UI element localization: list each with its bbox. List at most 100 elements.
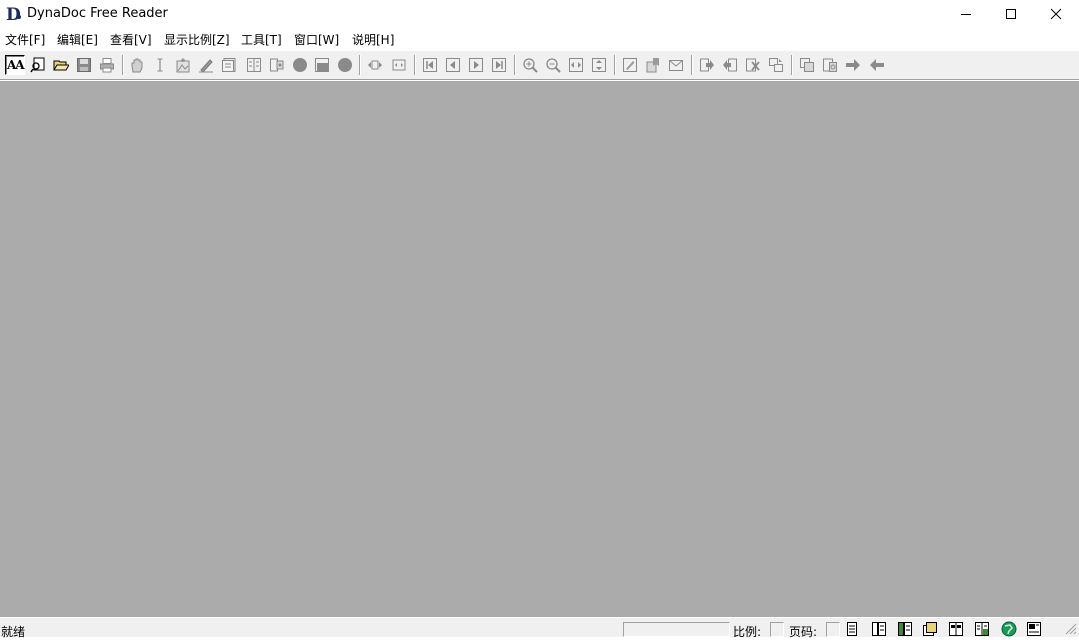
copy-page-icon [800, 58, 814, 72]
fit-page-icon [392, 59, 406, 71]
circle-fill-button[interactable] [335, 55, 355, 75]
copy-page-button[interactable] [797, 55, 817, 75]
window-title: DynaDoc Free Reader [27, 6, 168, 21]
snapshot-button[interactable] [173, 55, 193, 75]
menu-edit[interactable]: 编辑[E] [57, 31, 98, 48]
bookmark-icon [646, 58, 659, 73]
bookmark-button[interactable] [643, 55, 663, 75]
delete-button[interactable] [743, 55, 763, 75]
stamp-button[interactable] [312, 55, 332, 75]
document-workspace[interactable] [0, 81, 1079, 617]
next-page-button[interactable] [466, 55, 486, 75]
toolbar-separator [791, 55, 793, 75]
print-icon [100, 58, 114, 73]
zoom-in-button[interactable] [520, 55, 540, 75]
toolbar: AA [0, 50, 1079, 80]
document-info-icon [975, 622, 989, 636]
fit-horizontal-icon [569, 58, 583, 72]
cover-page-icon [923, 622, 937, 636]
envelope-icon [669, 60, 683, 71]
text-select-tool-button[interactable]: AA [5, 55, 25, 75]
zoom-out-button[interactable] [543, 55, 563, 75]
replace-button[interactable] [766, 55, 786, 75]
export-button[interactable] [697, 55, 717, 75]
menu-help[interactable]: 说明[H] [352, 31, 394, 48]
facing-pages-icon [898, 622, 912, 636]
paste-page-button[interactable] [820, 55, 840, 75]
status-pane [623, 622, 730, 637]
menu-view[interactable]: 查看[V] [110, 31, 152, 48]
document-info-button[interactable] [974, 621, 990, 637]
close-button[interactable] [1033, 0, 1079, 28]
menu-tools[interactable]: 工具[T] [241, 31, 282, 48]
pen-button[interactable] [196, 55, 216, 75]
hand-tool-button[interactable] [127, 55, 147, 75]
stamp-icon [315, 58, 329, 72]
cover-page-view-button[interactable] [922, 621, 938, 637]
link-icon [270, 58, 284, 72]
envelope-button[interactable] [666, 55, 686, 75]
text-select-tool-icon: AA [7, 58, 25, 72]
globe-icon [1001, 621, 1017, 637]
import-icon [723, 58, 737, 72]
fit-vertical-button[interactable] [589, 55, 609, 75]
open-file-icon [53, 60, 69, 71]
page-value-pane [826, 622, 840, 637]
resize-grip-icon[interactable] [1063, 619, 1077, 635]
facing-pages-view-button[interactable] [897, 621, 913, 637]
menu-bar: 文件[F] 编辑[E] 查看[V] 显示比例[Z] 工具[T] 窗口[W] 说明… [0, 29, 1079, 49]
find-text-icon [30, 57, 45, 73]
fit-horizontal-button[interactable] [566, 55, 586, 75]
save-button[interactable] [74, 55, 94, 75]
menu-window[interactable]: 窗口[W] [294, 31, 339, 48]
print-button[interactable] [97, 55, 117, 75]
book-view-button[interactable] [948, 621, 964, 637]
link-button[interactable] [267, 55, 287, 75]
menu-zoom[interactable]: 显示比例[Z] [164, 31, 230, 48]
previous-page-icon [446, 58, 460, 72]
pen-icon [199, 59, 213, 73]
last-page-icon [492, 58, 506, 72]
forward-arrow-button[interactable] [843, 55, 863, 75]
doc-edit-button[interactable] [620, 55, 640, 75]
print-preview-button[interactable] [1026, 621, 1042, 637]
toolbar-separator [614, 55, 616, 75]
first-page-button[interactable] [420, 55, 440, 75]
continuous-page-icon [872, 622, 886, 636]
back-arrow-button[interactable] [867, 55, 887, 75]
menu-file[interactable]: 文件[F] [5, 31, 45, 48]
next-page-icon [469, 58, 483, 72]
close-icon [1050, 8, 1062, 20]
notes-button[interactable] [219, 55, 239, 75]
maximize-button[interactable] [988, 0, 1034, 28]
open-file-button[interactable] [51, 55, 71, 75]
columns-button[interactable] [244, 55, 264, 75]
book-view-icon [949, 622, 963, 636]
continuous-page-view-button[interactable] [871, 621, 887, 637]
app-logo-icon: D [5, 5, 23, 25]
circle-icon [293, 58, 307, 72]
import-button[interactable] [720, 55, 740, 75]
text-cursor-button[interactable] [150, 55, 170, 75]
fit-page-button[interactable] [389, 55, 409, 75]
status-bar: 就绪 比例: 页码: [0, 617, 1079, 639]
first-page-icon [423, 58, 437, 72]
snapshot-icon [176, 58, 190, 73]
previous-page-button[interactable] [443, 55, 463, 75]
forward-arrow-icon [846, 59, 860, 71]
replace-icon [769, 58, 783, 72]
doc-edit-icon [623, 58, 637, 72]
page-label: 页码: [789, 625, 818, 639]
globe-button[interactable] [1001, 621, 1017, 637]
single-page-view-button[interactable] [844, 621, 860, 637]
fit-width-button[interactable] [365, 55, 385, 75]
toolbar-separator [359, 55, 361, 75]
maximize-icon [1006, 9, 1016, 19]
toolbar-separator [691, 55, 693, 75]
circle-tool-button[interactable] [290, 55, 310, 75]
last-page-button[interactable] [489, 55, 509, 75]
fit-width-icon [368, 60, 382, 70]
minimize-button[interactable] [943, 0, 989, 28]
toolbar-separator [414, 55, 416, 75]
find-text-button[interactable] [28, 55, 48, 75]
